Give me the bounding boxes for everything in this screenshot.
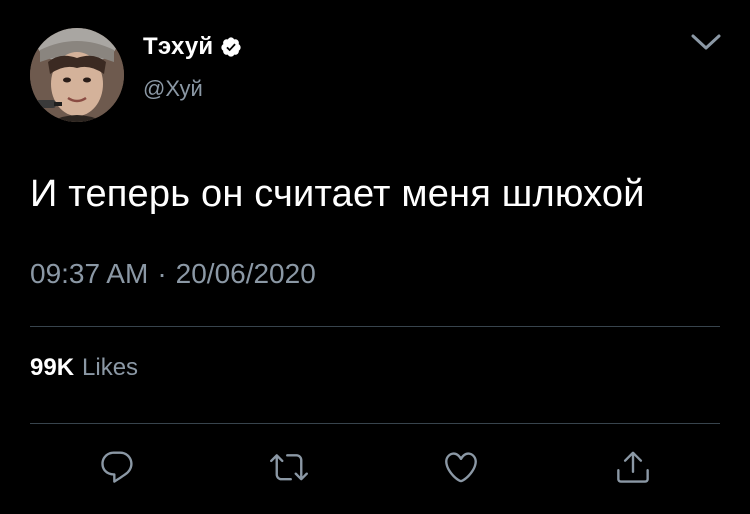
meta-separator: · bbox=[157, 258, 167, 289]
share-button[interactable] bbox=[614, 448, 652, 486]
likes-count: 99K bbox=[30, 354, 75, 381]
author-handle[interactable]: @Хуй bbox=[143, 76, 203, 102]
divider bbox=[30, 326, 720, 327]
chevron-down-icon[interactable] bbox=[690, 31, 722, 53]
reply-icon bbox=[101, 451, 133, 483]
tweet-time[interactable]: 09:37 AM bbox=[30, 258, 148, 290]
likes-label: Likes bbox=[82, 354, 139, 381]
verified-badge-icon bbox=[220, 36, 242, 58]
divider bbox=[30, 423, 720, 424]
likes-stat[interactable]: 99K Likes bbox=[30, 354, 138, 382]
tweet-text: И теперь он считает меня шлюхой bbox=[30, 173, 645, 215]
tweet-date[interactable]: 20/06/2020 bbox=[176, 258, 316, 290]
avatar[interactable] bbox=[30, 28, 124, 122]
like-button[interactable] bbox=[442, 448, 480, 486]
reply-button[interactable] bbox=[98, 448, 136, 486]
share-icon bbox=[617, 451, 649, 483]
author-display-name[interactable]: Тэхуй bbox=[143, 33, 213, 61]
avatar-image bbox=[30, 28, 124, 122]
author-display-name-row[interactable]: Тэхуй bbox=[143, 33, 242, 61]
tweet-timestamp[interactable]: 09:37 AM · 20/06/2020 bbox=[30, 258, 316, 290]
heart-icon bbox=[445, 452, 477, 483]
retweet-button[interactable] bbox=[270, 448, 308, 486]
retweet-icon bbox=[270, 454, 308, 481]
